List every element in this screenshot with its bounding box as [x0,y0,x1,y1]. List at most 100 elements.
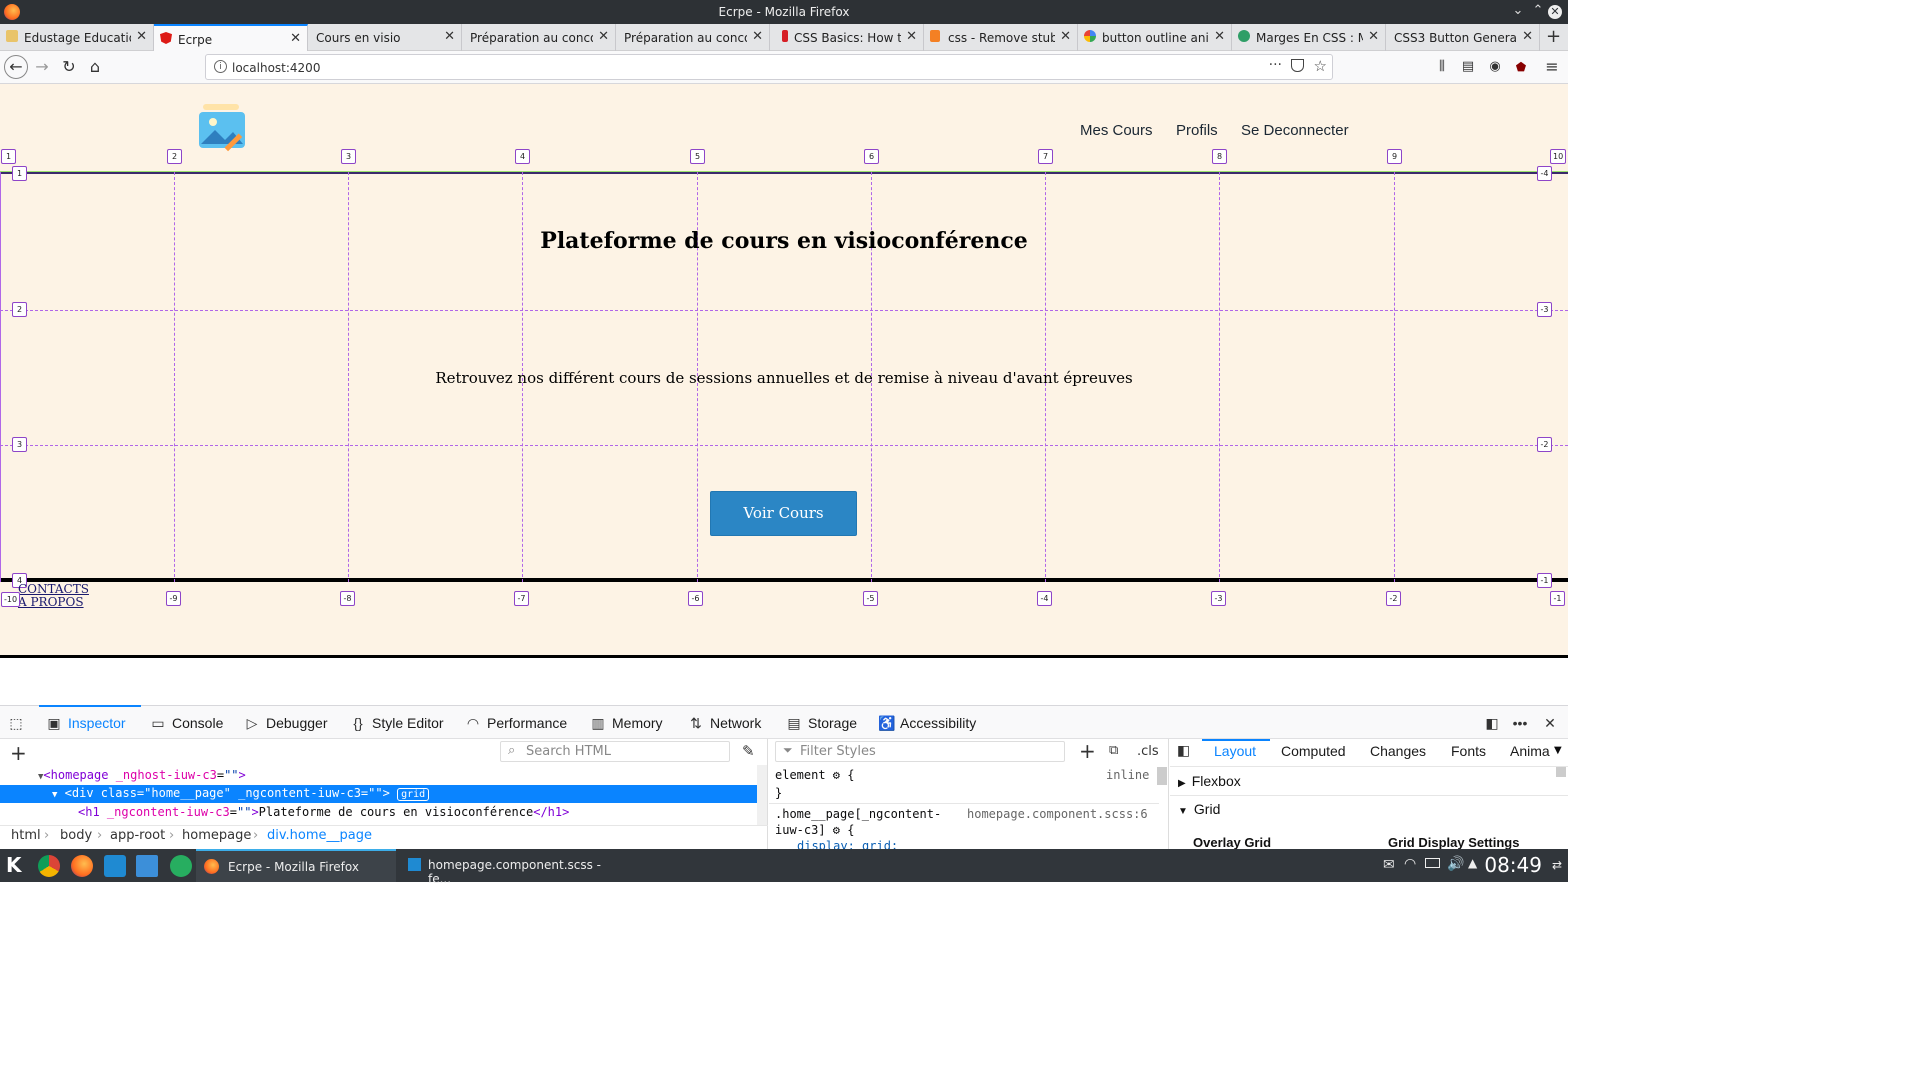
url-bar[interactable]: i localhost:4200 ··· ☆ [205,54,1333,80]
crumb-app-root[interactable]: app-root [110,828,165,843]
flexbox-section[interactable]: ▶ Flexbox [1178,773,1241,789]
dock-icon[interactable]: ◧ [1484,715,1506,732]
bookmark-star-icon[interactable]: ☆ [1314,57,1327,75]
close-tab-icon[interactable]: ✕ [136,29,147,44]
new-tab-icon[interactable]: + [1546,26,1561,47]
reload-icon[interactable]: ↻ [57,56,81,78]
minimize-icon[interactable]: ⌄ [1510,3,1526,18]
crumb-html[interactable]: html [11,828,41,843]
tray-expand-icon[interactable]: ▲ [1468,856,1477,870]
site-info-icon[interactable]: i [214,60,227,73]
toggle-sidebar-icon[interactable]: ◧ [1177,743,1190,759]
volume-icon[interactable]: 🔊 [1447,856,1464,872]
maximize-icon[interactable]: ⌃ [1530,3,1546,18]
eyedropper-icon[interactable]: ✎ [742,742,755,760]
page-actions-icon[interactable]: ··· [1269,57,1282,73]
chrome-icon[interactable] [38,855,60,877]
tab-css-remove[interactable]: css - Remove stubbo ✕ [924,24,1078,51]
close-tab-icon[interactable]: ✕ [1368,29,1379,44]
notification-icon[interactable]: ✉ [1383,857,1395,873]
menu-se-deconnecter[interactable]: Se Deconnecter [1241,122,1349,139]
firefox-launcher-icon[interactable] [71,855,93,877]
close-tab-icon[interactable]: ✕ [1522,29,1533,44]
rule-element[interactable]: element ⚙ { [775,768,854,782]
add-rule-icon[interactable]: + [1079,739,1096,763]
file-manager-icon[interactable] [136,855,158,877]
tab-debugger[interactable]: ▷ Debugger [244,715,328,732]
close-tab-icon[interactable]: ✕ [752,29,763,44]
tab-style-editor[interactable]: {} Style Editor [350,715,443,731]
tab-ecrpe[interactable]: Ecrpe ✕ [154,24,308,51]
footer-link-contacts[interactable]: CONTACTS [18,582,89,596]
layout-scrollbar[interactable] [1556,767,1566,777]
markup-node-h1[interactable]: <h1 _ngcontent-iuw-c3="">Plateforme de c… [78,805,569,819]
tab-network[interactable]: ⇅ Network [688,715,761,732]
menu-mes-cours[interactable]: Mes Cours [1080,122,1153,139]
home-icon[interactable]: ⌂ [83,56,107,78]
tab-css3-button[interactable]: CSS3 Button Generator ✕ [1386,24,1540,51]
vscode-icon[interactable] [104,855,126,877]
kde-menu-icon[interactable]: K [6,853,22,877]
close-tab-icon[interactable]: ✕ [598,29,609,44]
close-window-icon[interactable]: ✕ [1548,5,1562,19]
crumb-homepage[interactable]: homepage [182,828,251,843]
close-tab-icon[interactable]: ✕ [906,29,917,44]
tab-performance[interactable]: ◠ Performance [465,715,567,732]
tab-accessibility[interactable]: ♿ Accessibility [878,715,976,732]
grid-badge[interactable]: grid [397,788,430,801]
tab-edustage[interactable]: Edustage Education ✕ [0,24,154,51]
tab-preparation-1[interactable]: Préparation au concours ✕ [462,24,616,51]
show-desktop-icon[interactable]: ⇄ [1552,858,1562,872]
element-picker-icon[interactable]: ⬚ [8,715,30,732]
tab-animations[interactable]: Anima [1510,743,1550,759]
clock[interactable]: 08:49 [1484,853,1542,877]
tab-layout[interactable]: Layout [1214,743,1256,759]
tab-changes[interactable]: Changes [1370,743,1426,759]
tab-css-basics[interactable]: CSS Basics: How to m ✕ [770,24,924,51]
close-devtools-icon[interactable]: ✕ [1542,715,1564,732]
tab-marges-css[interactable]: Marges En CSS : Mar ✕ [1232,24,1386,51]
toggle-pseudo-icon[interactable]: ⧉ [1109,743,1118,758]
search-html-input[interactable]: ⌕ Search HTML [500,741,730,762]
close-tab-icon[interactable]: ✕ [290,31,301,46]
crumb-body[interactable]: body [60,828,92,843]
battery-icon[interactable] [1425,858,1440,868]
close-tab-icon[interactable]: ✕ [444,29,455,44]
tab-computed[interactable]: Computed [1281,743,1346,759]
voir-cours-button[interactable]: Voir Cours [710,491,857,536]
wifi-icon[interactable]: ◠ [1404,856,1416,872]
filter-styles-input[interactable]: ⏷ Filter Styles [775,741,1065,762]
footer-link-a-propos[interactable]: A PROPOS [18,595,84,609]
back-icon[interactable]: ← [4,55,28,79]
crumb-div-home-page[interactable]: div.home__page [267,828,372,843]
tab-inspector[interactable]: ▣ Inspector [46,715,125,732]
terminal-icon[interactable] [170,855,192,877]
close-tab-icon[interactable]: ✕ [1060,29,1071,44]
forward-icon[interactable]: → [30,56,54,78]
tab-memory[interactable]: ▥ Memory [590,715,662,732]
tab-cours-visio[interactable]: Cours en visio ✕ [308,24,462,51]
rule-source-link[interactable]: homepage.component.scss:6 [967,807,1148,821]
grid-section[interactable]: ▼ Grid [1178,801,1220,817]
tab-console[interactable]: ▭ Console [150,715,223,732]
task-firefox[interactable]: Ecrpe - Mozilla Firefox [196,849,396,882]
cls-toggle[interactable]: .cls [1137,744,1159,759]
tab-preparation-2[interactable]: Préparation au concours ✕ [616,24,770,51]
task-vscode[interactable]: homepage.component.scss - fe... [398,849,608,886]
menu-icon[interactable]: ≡ [1540,56,1564,78]
library-icon[interactable]: ⫼ [1430,56,1454,78]
markup-scrollbar[interactable] [757,765,767,825]
tab-storage[interactable]: ▤ Storage [786,715,857,732]
close-tab-icon[interactable]: ✕ [1214,29,1225,44]
markup-node-homepage[interactable]: ▼<homepage _nghost-iuw-c3=""> [38,768,246,782]
tab-button-outline[interactable]: button outline anim ✕ [1078,24,1232,51]
rule-selector-cont[interactable]: iuw-c3] ⚙ { [775,823,854,837]
rule-selector[interactable]: .home__page[_ngcontent- [775,807,941,821]
logo-image-icon[interactable] [199,104,247,154]
ublock-icon[interactable]: ⬟ [1509,56,1533,78]
account-icon[interactable]: ◉ [1483,56,1507,78]
tab-fonts[interactable]: Fonts [1451,743,1486,759]
more-options-icon[interactable]: ••• [1512,715,1534,731]
sidebar-icon[interactable]: ▤ [1456,56,1480,78]
markup-node-div[interactable]: ▼ <div class="home__page" _ngcontent-iuw… [52,786,430,801]
